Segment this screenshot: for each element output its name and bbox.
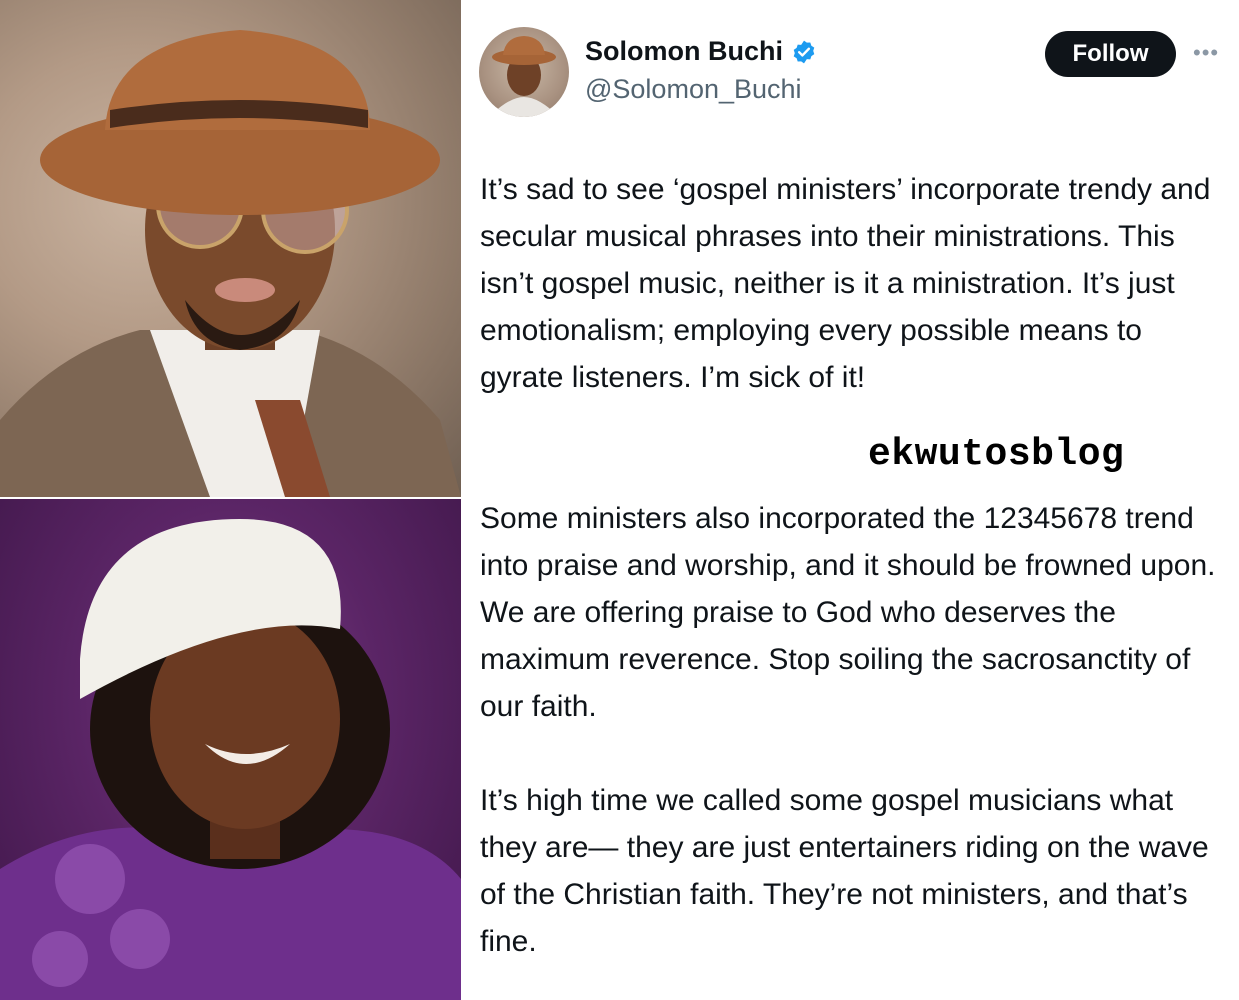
- author-handle[interactable]: @Solomon_Buchi: [585, 74, 802, 105]
- woman-portrait-illustration: [0, 519, 461, 1000]
- verified-badge-icon: [791, 39, 817, 65]
- photo-collage: [0, 0, 461, 1000]
- author-name-text: Solomon Buchi: [585, 36, 783, 66]
- avatar-illustration: [489, 36, 559, 117]
- man-portrait-illustration: [0, 30, 461, 497]
- tweet-paragraph-2: Some ministers also incorporated the 123…: [480, 502, 1216, 723]
- avatar[interactable]: [479, 27, 569, 117]
- more-options-icon[interactable]: •••: [1193, 40, 1225, 65]
- woman-portrait-photo: [0, 499, 461, 1000]
- watermark: ekwutosblog: [868, 433, 1125, 476]
- man-portrait-photo: [0, 0, 461, 497]
- tweet-card: Solomon Buchi @Solomon_Buchi Follow ••• …: [461, 0, 1239, 1000]
- author-name[interactable]: Solomon Buchi: [585, 36, 817, 67]
- tweet-paragraph-1: It’s sad to see ‘gospel ministers’ incor…: [480, 173, 1211, 394]
- follow-button[interactable]: Follow: [1045, 31, 1176, 77]
- tweet-paragraph-3: It’s high time we called some gospel mus…: [480, 784, 1209, 958]
